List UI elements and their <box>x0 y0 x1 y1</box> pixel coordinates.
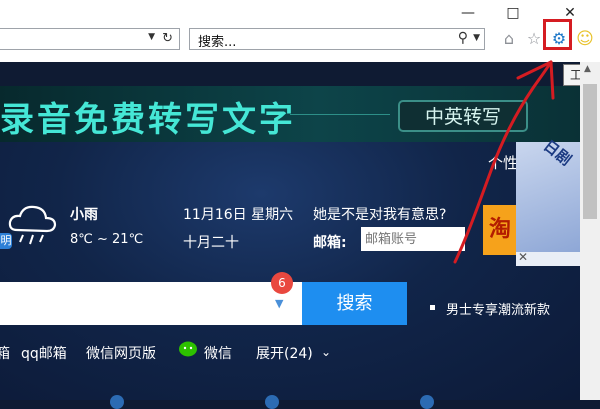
side-ad[interactable]: 日剧 <box>516 136 580 266</box>
banner-button[interactable]: 中英转写 <box>398 100 528 132</box>
search-count-badge: 6 <box>271 272 293 294</box>
scroll-up-icon[interactable]: ▲ <box>584 64 591 74</box>
smiley-icon[interactable]: ☺ <box>574 28 596 50</box>
bottom-icon <box>265 395 279 409</box>
search-button[interactable]: 搜索 <box>302 282 407 325</box>
banner-divider <box>290 114 390 115</box>
ad-close-icon[interactable]: ✕ <box>518 250 528 264</box>
lunar-date: 十月二十 <box>183 235 239 251</box>
wechat-link[interactable]: 微信 <box>204 343 232 363</box>
tools-highlight-box <box>543 19 572 50</box>
bottom-icon <box>420 395 434 409</box>
rain-cloud-icon <box>8 205 57 245</box>
taobao-logo[interactable]: 淘 <box>483 205 517 255</box>
refresh-icon[interactable]: ↻ <box>162 31 173 46</box>
address-bar[interactable]: ▼ ↻ <box>0 28 180 50</box>
bottom-icon <box>110 395 124 409</box>
expand-link[interactable]: 展开(24) <box>256 343 313 363</box>
star-icon[interactable]: ☆ <box>523 28 545 50</box>
weather-day-badge: 明 <box>0 233 12 249</box>
chevron-down-icon[interactable]: ⌄ <box>321 345 331 359</box>
search-icon[interactable]: ⚲ <box>458 30 468 46</box>
scrollbar-thumb[interactable] <box>583 84 597 219</box>
home-icon[interactable]: ⌂ <box>498 28 520 50</box>
chevron-down-icon[interactable]: ▼ <box>148 32 155 42</box>
bullet-icon <box>430 305 435 310</box>
weather-condition[interactable]: 小雨 <box>70 204 98 224</box>
chevron-down-icon[interactable]: ▼ <box>473 33 480 43</box>
temperature-range: 8℃ ~ 21℃ <box>70 232 144 247</box>
browser-search-box[interactable]: 搜索... ⚲ ▼ <box>189 28 485 50</box>
mail-link[interactable]: 箱 <box>0 343 10 363</box>
personalize-link[interactable]: 个性 <box>488 152 518 173</box>
main-search-input[interactable] <box>0 282 302 325</box>
minimize-button[interactable]: — <box>458 4 478 22</box>
mail-label: 邮箱: <box>313 235 347 251</box>
qq-mail-link[interactable]: qq邮箱 <box>21 343 67 363</box>
search-placeholder: 搜索... <box>198 35 237 50</box>
search-dropdown-icon[interactable]: ▼ <box>275 297 283 310</box>
promo-link[interactable]: 男士专享潮流新款 <box>446 299 550 318</box>
maximize-button[interactable]: □ <box>503 4 523 22</box>
banner-headline: 录音免费转写文字 <box>0 100 296 140</box>
mail-account-input[interactable] <box>361 227 465 251</box>
wechat-icon <box>179 341 197 357</box>
wechat-web-link[interactable]: 微信网页版 <box>86 343 156 363</box>
headline-link[interactable]: 她是不是对我有意思? <box>313 204 446 224</box>
current-date: 11月16日 星期六 <box>183 207 294 223</box>
